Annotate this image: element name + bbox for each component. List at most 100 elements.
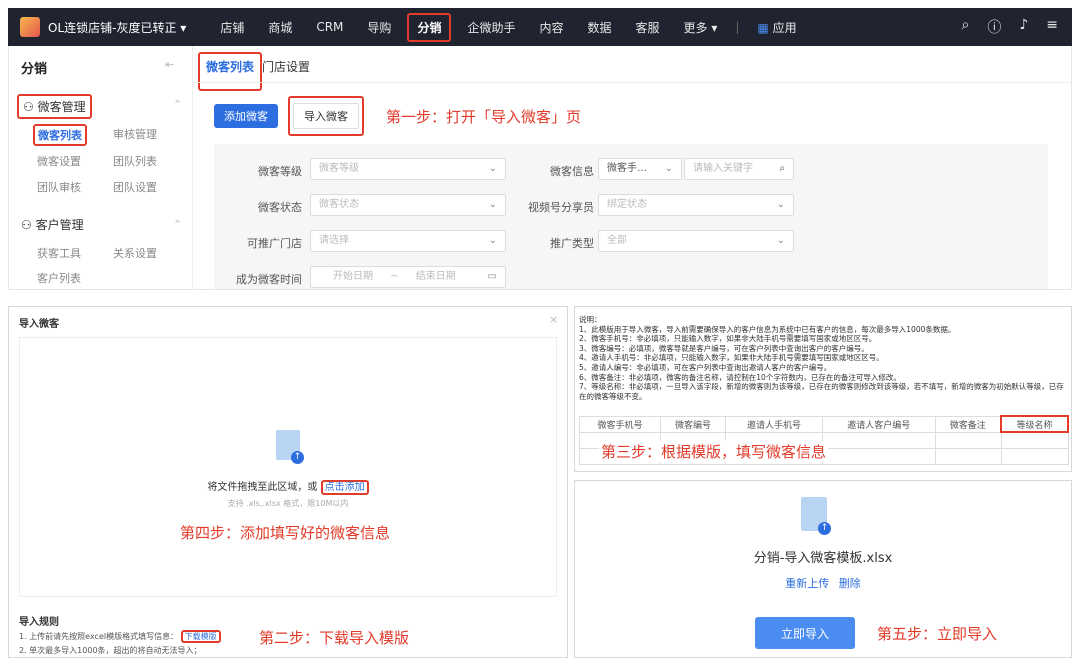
sidebar-item-team-settings[interactable]: 团队设置 (113, 179, 157, 195)
nav-item-guide[interactable]: 导购 (355, 19, 403, 36)
nav-item-data[interactable]: 数据 (575, 19, 623, 36)
sidebar-item-acquire-tools[interactable]: 获客工具 (37, 245, 81, 261)
sidebar: 分销 ⇤ ⚇ 微客管理 ⌃ 微客列表 审核管理 微客设置 团队列表 团队审核 团… (9, 46, 193, 289)
chevron-down-icon: ⌄ (776, 199, 785, 210)
chevron-down-icon: ⌄ (488, 235, 497, 246)
status-select[interactable]: 微客状态 ⌄ (310, 194, 506, 216)
note-line: 3、微客编号：必填项，微客导就是客户编号，可在客户列表中查询出客户的客户编号。 (579, 343, 869, 353)
import-now-button[interactable]: 立即导入 (755, 617, 855, 649)
download-template-link[interactable]: 下载模版 (180, 630, 221, 643)
table-cell (934, 431, 1002, 449)
template-notes: 说明： 1、此模版用于导入微客，导入前需要确保导入的客户信息为系统中已有客户的信… (579, 315, 1069, 401)
keyword-input[interactable]: 请输入关键字 ⌕ (684, 158, 794, 180)
sidebar-item-microclient-list[interactable]: 微客列表 (33, 124, 87, 146)
column-header: 微客备注 (934, 415, 1002, 433)
close-icon[interactable]: × (549, 313, 558, 326)
column-header: 微客编号 (659, 415, 727, 433)
user-icon: ⚇ (21, 218, 32, 232)
rule-1: 1. 上传前请先按照excel模版格式填写信息： 下载模版 (19, 630, 221, 643)
nav-item-distribution[interactable]: 分销 (407, 12, 452, 42)
nav-item-mall[interactable]: 商城 (256, 19, 304, 36)
chevron-down-icon: ⌄ (664, 163, 673, 174)
store-select[interactable]: 请选择 ⌄ (310, 230, 506, 252)
drop-text: 将文件拖拽至此区域，或 (207, 482, 318, 493)
date-range-picker[interactable]: 开始日期 ~ 结束日期 ▭ (310, 266, 506, 288)
sidebar-group-microclient[interactable]: ⚇ 微客管理 (17, 94, 92, 119)
apps-grid-icon: ▦ (757, 20, 769, 35)
promo-select[interactable]: 全部 ⌄ (598, 230, 794, 252)
add-microclient-button[interactable]: 添加微客 (214, 104, 278, 128)
nav-menu: 店铺 商城 CRM 导购 分销 企微助手 内容 数据 客服 更多 ▾ | ▦ 应… (208, 8, 808, 46)
sidebar-item-settings[interactable]: 微客设置 (37, 153, 81, 169)
tab-divider (194, 82, 1072, 83)
sidebar-item-team-list[interactable]: 团队列表 (113, 153, 157, 169)
apps-label: 应用 (772, 20, 797, 35)
rule-1-text: 1. 上传前请先按照excel模版格式填写信息： (19, 632, 179, 641)
status-label: 微客状态 (258, 201, 302, 214)
nav-tools: ⌕ ⓘ ♪ ≡ (961, 17, 1072, 37)
nav-item-crm[interactable]: CRM (304, 20, 355, 34)
info-type-select[interactable]: 微客手… ⌄ (598, 158, 682, 180)
sharer-select[interactable]: 绑定状态 ⌄ (598, 194, 794, 216)
level-label: 微客等级 (258, 165, 302, 178)
step3-annotation: 第三步：根据模版，填写微客信息 (599, 441, 829, 462)
delete-link[interactable]: 删除 (839, 577, 861, 590)
upload-drop-zone[interactable]: ↑ 将文件拖拽至此区域，或 点击添加 支持 .xls,.xlsx 格式，限10M… (19, 337, 557, 597)
nav-item-more[interactable]: 更多 ▾ (672, 19, 730, 36)
sidebar-title: 分销 (21, 62, 48, 77)
note-line: 5、邀请人编号：非必填项，可在客户列表中查询出邀请人客户的客户编号。 (579, 362, 832, 372)
tab-microclient-list[interactable]: 微客列表 (198, 52, 263, 91)
sidebar-item-relation-settings[interactable]: 关系设置 (113, 245, 157, 261)
dialog-title: 导入微客 (19, 319, 59, 330)
reupload-link[interactable]: 重新上传 (785, 577, 829, 590)
main-content: 微客列表 门店设置 添加微客 导入微客 第一步：打开「导入微客」页 微客等级 微… (194, 46, 1072, 289)
chevron-up-icon[interactable]: ⌃ (173, 218, 182, 231)
status-placeholder: 微客状态 (319, 199, 359, 210)
step4-annotation: 第四步：添加填写好的微客信息 (180, 524, 391, 542)
tab-store-settings[interactable]: 门店设置 (262, 58, 310, 75)
note-line: 2、微客手机号：非必填项，只能输入数字，如果非大陆手机号需要填写国家或地区区号。 (579, 334, 877, 344)
nav-item-service[interactable]: 客服 (624, 19, 672, 36)
search-icon[interactable]: ⌕ (779, 159, 785, 179)
format-hint: 支持 .xls,.xlsx 格式，限10M以内 (227, 499, 349, 508)
table-cell (821, 431, 936, 449)
chevron-down-icon: ⌄ (488, 199, 497, 210)
help-icon[interactable]: ⓘ (987, 17, 1001, 37)
import-microclient-label: 导入微客 (293, 103, 359, 129)
nav-item-content[interactable]: 内容 (527, 19, 575, 36)
sidebar-item-review[interactable]: 审核管理 (113, 126, 157, 142)
uploaded-file-panel: ↑ 分销-导入微客模板.xlsx 重新上传 删除 立即导入 第五步：立即导入 (574, 480, 1072, 658)
level-placeholder: 微客等级 (319, 163, 359, 174)
chevron-down-icon: ⌄ (488, 163, 497, 174)
table-cell (1000, 431, 1069, 449)
sharer-placeholder: 绑定状态 (607, 199, 647, 210)
upload-arrow-icon: ↑ (291, 451, 304, 464)
sidebar-item-team-review[interactable]: 团队审核 (37, 179, 81, 195)
sidebar-group-label: 微客管理 (37, 100, 86, 114)
sidebar-item-customer-list[interactable]: 客户列表 (37, 270, 81, 286)
calendar-icon: ▭ (487, 271, 497, 282)
upload-arrow-icon: ↑ (818, 522, 831, 535)
collapse-icon[interactable]: ⇤ (165, 58, 174, 71)
sidebar-group-customer[interactable]: ⚇ 客户管理 (21, 216, 84, 233)
step2-annotation: 第二步：下载导入模版 (259, 629, 410, 647)
column-header: 邀请人手机号 (725, 415, 823, 433)
excel-file-icon: ↑ (801, 497, 831, 535)
nav-item-store[interactable]: 店铺 (208, 19, 256, 36)
bell-icon[interactable]: ♪ (1019, 17, 1028, 37)
chevron-up-icon[interactable]: ⌃ (173, 98, 182, 111)
file-actions: 重新上传 删除 (575, 575, 1071, 591)
step1-annotation: 第一步：打开「导入微客」页 (386, 108, 582, 126)
note-line: 1、此模版用于导入微客，导入前需要确保导入的客户信息为系统中已有客户的信息，每次… (579, 324, 956, 334)
hamburger-menu-icon[interactable]: ≡ (1046, 17, 1058, 37)
store-switcher[interactable]: OL连锁店铺-灰度已转正 ▾ (48, 19, 186, 36)
date-separator: ~ (390, 271, 399, 282)
level-select[interactable]: 微客等级 ⌄ (310, 158, 506, 180)
column-header: 等级名称 (1000, 415, 1069, 433)
nav-item-wecom[interactable]: 企微助手 (455, 19, 527, 36)
search-icon[interactable]: ⌕ (961, 17, 969, 37)
step5-annotation: 第五步：立即导入 (877, 625, 998, 643)
nav-item-apps[interactable]: ▦ 应用 (745, 19, 808, 36)
click-to-add-link[interactable]: 点击添加 (320, 480, 369, 495)
import-microclient-button[interactable]: 导入微客 (288, 96, 364, 136)
